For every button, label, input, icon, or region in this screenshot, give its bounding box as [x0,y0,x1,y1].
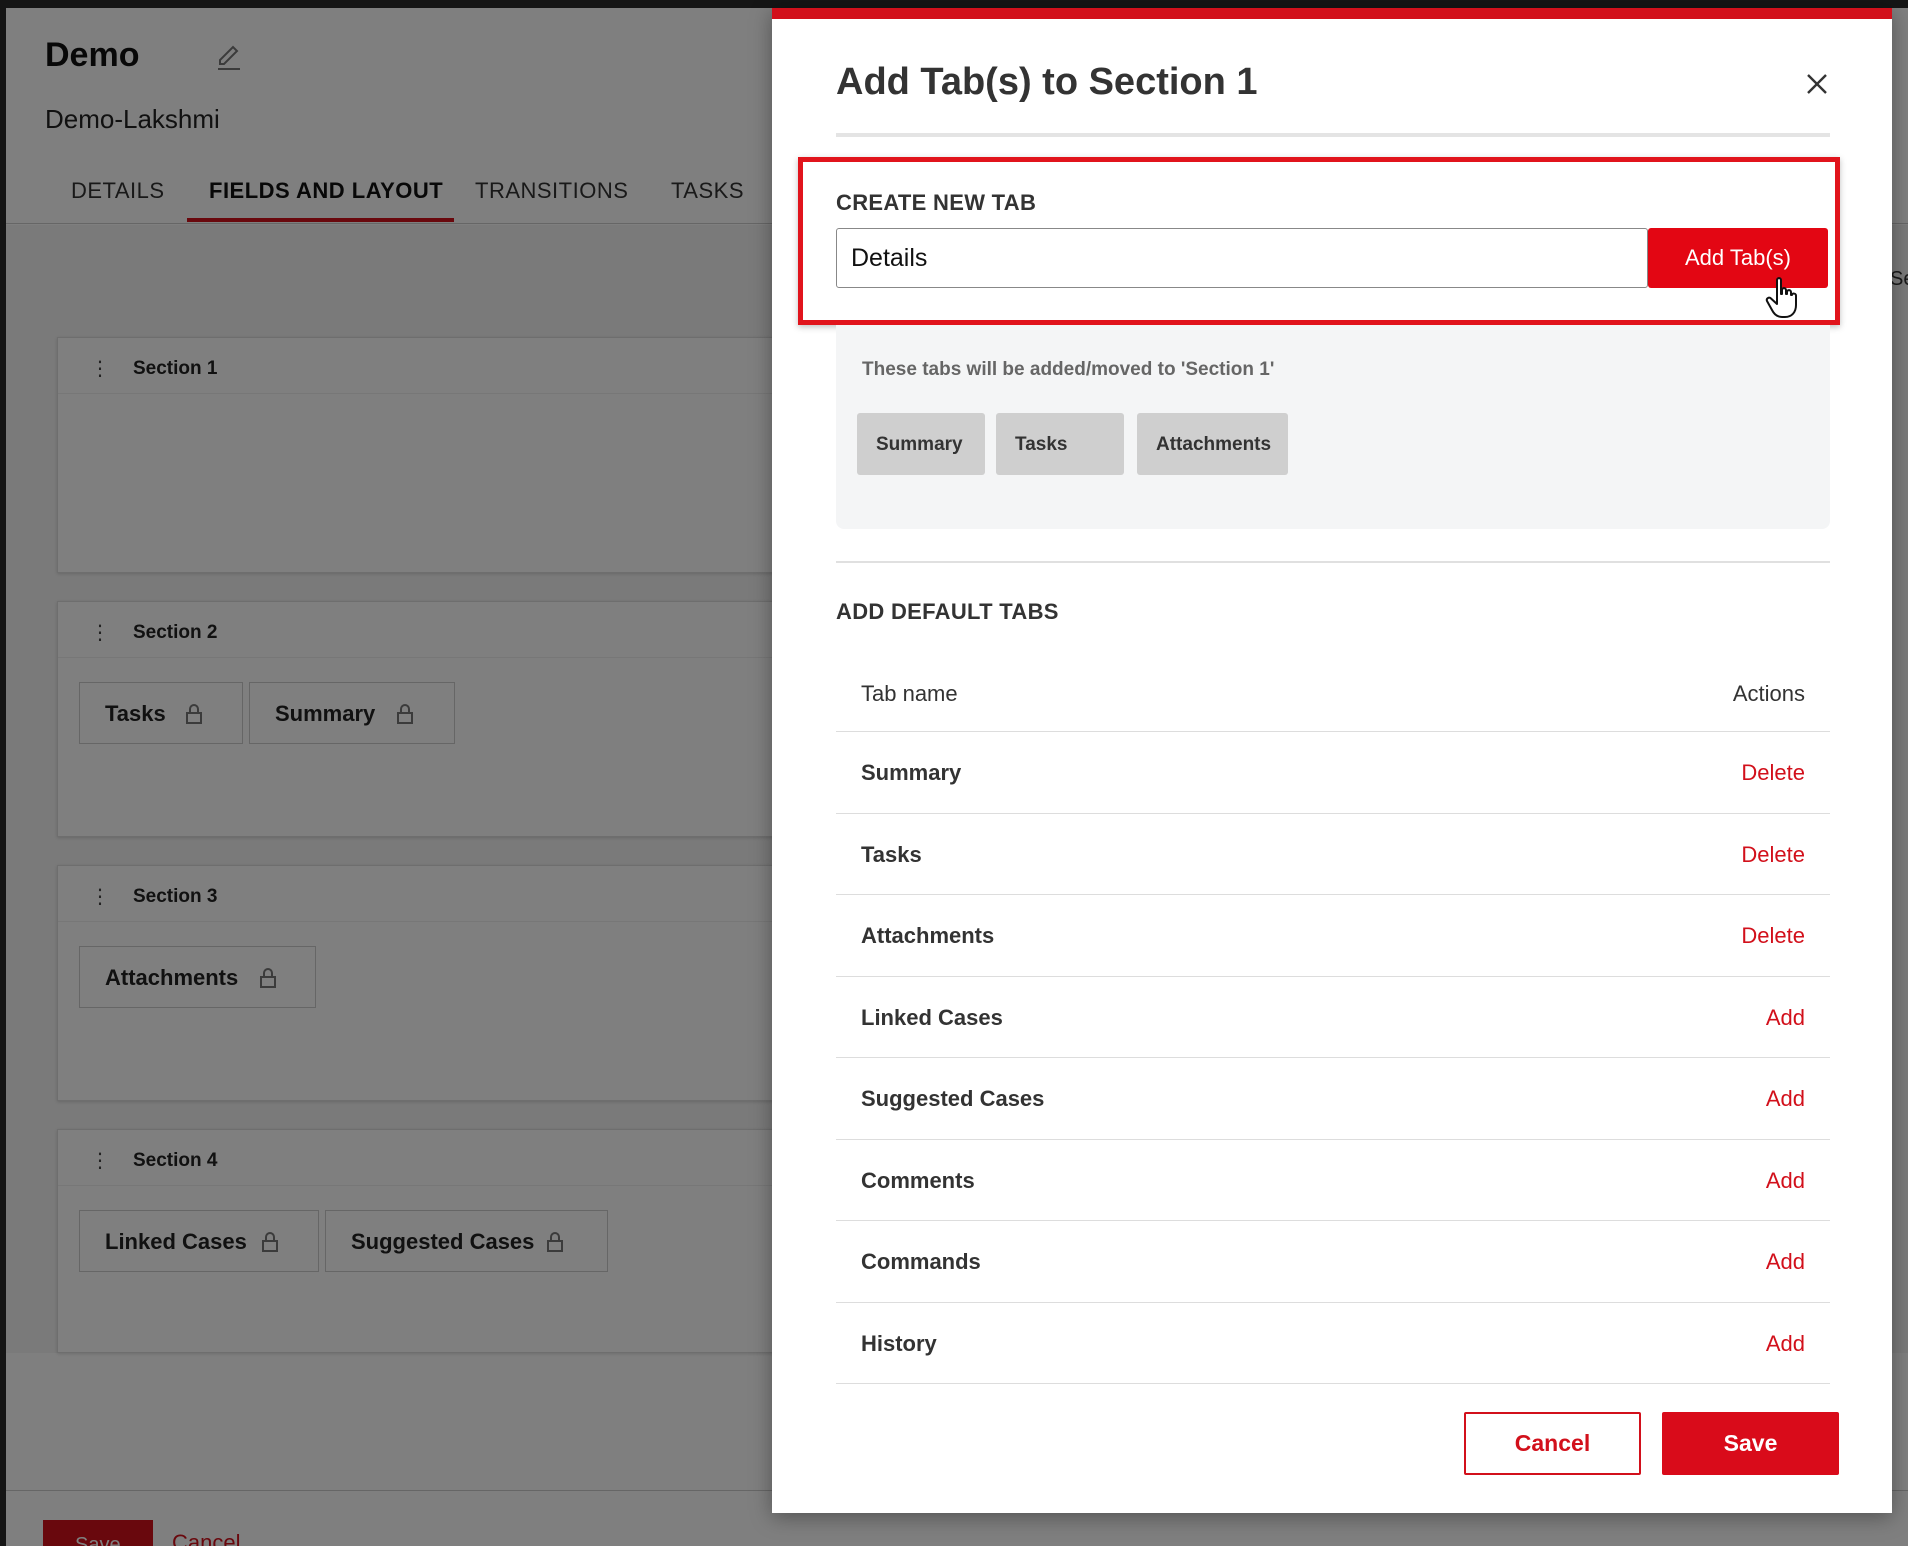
delete-link[interactable]: Delete [1741,923,1805,949]
section-divider [836,561,1830,563]
column-header-tab-name: Tab name [861,681,958,706]
tab-name-cell: Tasks [861,841,922,867]
delete-link[interactable]: Delete [1741,760,1805,786]
tab-name-cell: Suggested Cases [861,1086,1045,1111]
modal-title: Add Tab(s) to Section 1 [836,61,1258,103]
table-row: Linked Cases Add [836,977,1830,1058]
add-link[interactable]: Add [1766,1086,1805,1112]
table-row: Comments Add [836,1140,1830,1221]
title-divider [836,133,1830,137]
tab-name-cell: Commands [861,1249,981,1274]
tab-name-cell: Summary [861,760,962,785]
tab-name-cell: Comments [861,1167,975,1193]
add-link[interactable]: Add [1766,1331,1805,1357]
table-row: Commands Add [836,1221,1830,1303]
tab-name-cell: Linked Cases [861,1004,1003,1030]
create-new-tab-panel: CREATE NEW TAB Add Tab(s) [798,157,1840,325]
new-tab-name-input[interactable] [836,228,1648,288]
add-tabs-button[interactable]: Add Tab(s) [1648,228,1828,288]
delete-link[interactable]: Delete [1741,842,1805,868]
preview-tab-chip[interactable]: Attachments [1137,413,1288,475]
table-header: Tab name Actions [836,651,1830,732]
table-row: Summary Delete [836,732,1830,814]
tab-name-cell: History [861,1330,937,1356]
table-row: History Add [836,1303,1830,1384]
preview-note: These tabs will be added/moved to 'Secti… [862,359,1275,380]
add-link[interactable]: Add [1766,1249,1805,1275]
add-default-tabs-label: ADD DEFAULT TABS [836,599,1059,624]
add-tabs-modal: Add Tab(s) to Section 1 CREATE NEW TAB A… [772,8,1892,1513]
table-row: Tasks Delete [836,814,1830,895]
create-new-tab-label: CREATE NEW TAB [836,190,1037,215]
column-header-actions: Actions [1732,681,1805,706]
default-tabs-table: Tab name Actions Summary Delete Tasks De… [836,651,1830,1384]
preview-tab-chip[interactable]: Summary [857,413,985,475]
table-row: Suggested Cases Add [836,1058,1830,1140]
preview-tab-chip[interactable]: Tasks [996,413,1124,475]
close-icon[interactable] [1802,69,1832,99]
table-row: Attachments Delete [836,895,1830,977]
preview-panel: These tabs will be added/moved to 'Secti… [836,325,1830,529]
tab-name-cell: Attachments [861,923,995,948]
save-button[interactable]: Save [1662,1412,1839,1475]
hand-pointer-icon [1765,277,1797,318]
add-link[interactable]: Add [1766,1168,1805,1194]
cancel-button[interactable]: Cancel [1464,1412,1641,1475]
add-link[interactable]: Add [1766,1005,1805,1031]
